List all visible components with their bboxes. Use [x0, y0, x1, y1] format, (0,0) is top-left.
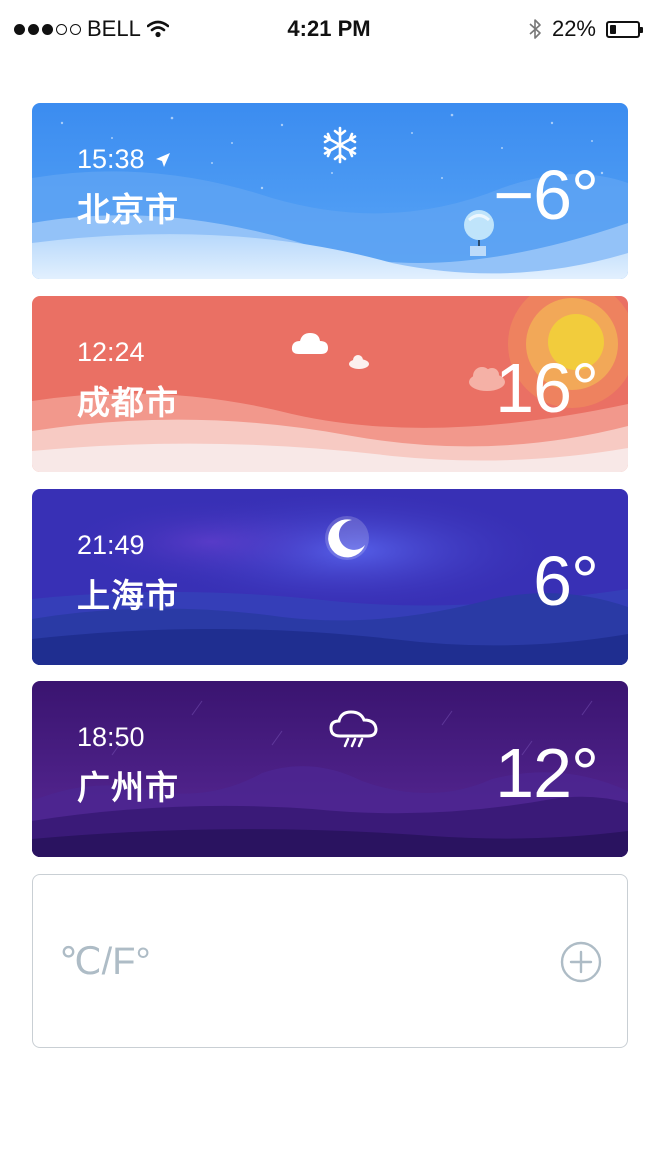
moon-icon — [325, 516, 369, 560]
bluetooth-icon — [529, 19, 541, 39]
city-name: 北京市 — [77, 191, 179, 228]
city-temperature: −6° — [493, 156, 599, 234]
city-name: 广州市 — [77, 769, 179, 806]
add-city-card: ℃/F° — [32, 874, 628, 1048]
city-name: 成都市 — [77, 384, 179, 421]
battery-percent: 22% — [551, 16, 596, 41]
plus-circle-icon[interactable] — [560, 941, 602, 983]
rain-cloud-icon — [329, 710, 378, 748]
city-time: 12:24 — [77, 337, 145, 367]
city-card-guangzhou[interactable]: 18:50 广州市 12° — [32, 681, 628, 857]
battery-icon — [606, 20, 643, 38]
unit-toggle-button[interactable]: ℃/F° — [59, 939, 151, 984]
snowflake-icon — [323, 126, 357, 164]
city-time: 15:38 — [77, 144, 145, 174]
location-arrow-icon — [155, 152, 170, 167]
status-bar: BELL 4:21 PM 22% — [0, 0, 658, 60]
city-name: 上海市 — [77, 577, 179, 614]
cloud-icon — [291, 333, 328, 354]
city-time: 18:50 — [77, 722, 145, 752]
city-card-beijing[interactable]: 15:38 北京市 −6° — [32, 103, 628, 279]
city-temperature: 6° — [533, 542, 599, 620]
city-card-chengdu[interactable]: 12:24 成都市 16° — [32, 296, 628, 472]
city-time: 21:49 — [77, 530, 145, 560]
city-temperature: 16° — [495, 349, 599, 427]
city-card-shanghai[interactable]: 21:49 上海市 6° — [32, 489, 628, 665]
city-temperature: 12° — [495, 734, 599, 812]
